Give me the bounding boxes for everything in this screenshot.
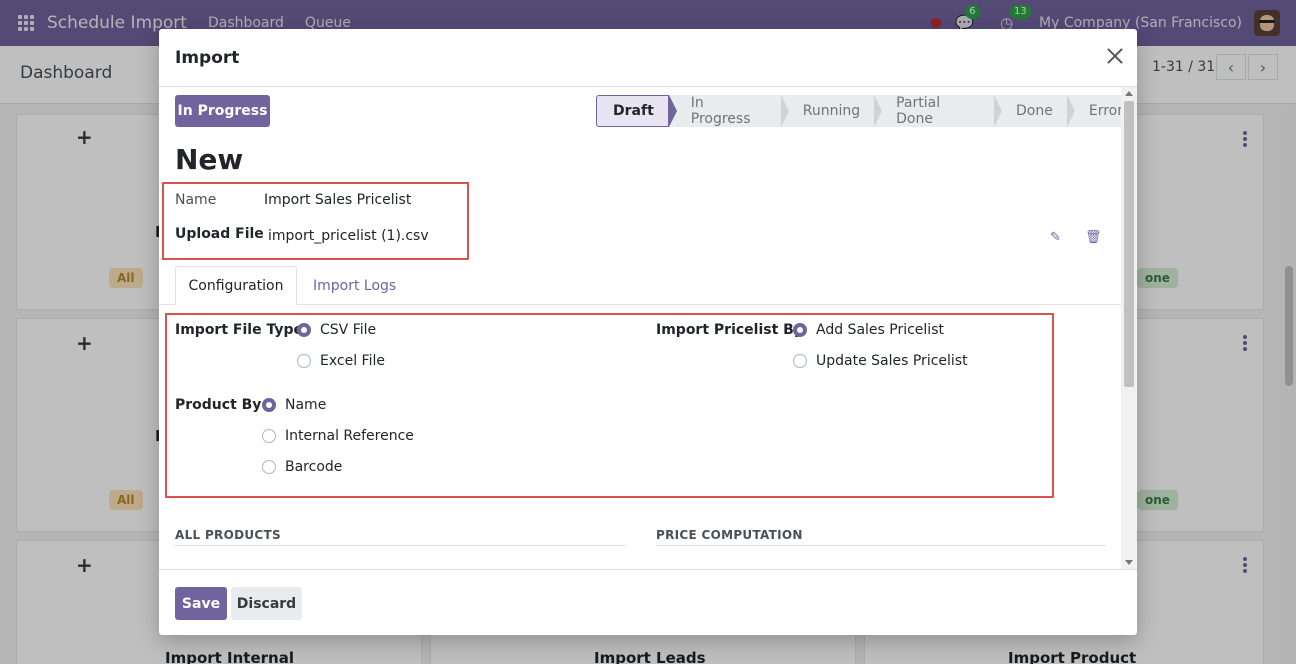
import-file-type-label: Import File Type (175, 322, 303, 338)
dialog-title: Import (175, 48, 240, 68)
stage-label: Running (802, 103, 861, 119)
radio-label: Add Sales Pricelist (816, 322, 944, 338)
radio-label: Barcode (285, 459, 343, 475)
radio-unchecked-icon[interactable] (262, 429, 276, 443)
stage-running[interactable]: Running (781, 95, 883, 127)
radio-update-sales-pricelist[interactable]: Update Sales Pricelist (793, 353, 968, 369)
discard-button[interactable]: Discard (231, 587, 302, 620)
tab-import-logs[interactable]: Import Logs (313, 266, 396, 305)
radio-internal-reference[interactable]: Internal Reference (262, 428, 414, 444)
dialog-footer: Save Discard (159, 569, 1137, 635)
name-label: Name (175, 192, 217, 208)
radio-name[interactable]: Name (262, 397, 326, 413)
radio-unchecked-icon[interactable] (793, 354, 807, 368)
radio-label: CSV File (320, 322, 377, 338)
notebook-tabs: Configuration Import Logs (159, 266, 1121, 305)
import-dialog: Import In Progress Draft In Progress Run… (159, 29, 1137, 635)
import-pricelist-by-label: Import Pricelist By (656, 322, 803, 338)
save-button[interactable]: Save (175, 587, 227, 620)
stage-partial-done[interactable]: Partial Done (874, 95, 1003, 127)
close-icon[interactable] (1105, 46, 1125, 66)
section-price-computation: PRICE COMPUTATION (656, 528, 803, 542)
radio-checked-icon[interactable] (262, 398, 276, 412)
stage-label: Error (1088, 103, 1123, 119)
radio-checked-icon[interactable] (793, 323, 807, 337)
dialog-scrollbar-thumb[interactable] (1124, 101, 1134, 387)
radio-barcode[interactable]: Barcode (262, 459, 342, 475)
radio-unchecked-icon[interactable] (262, 460, 276, 474)
upload-file-name[interactable]: import_pricelist (1).csv (268, 228, 429, 244)
radio-label: Excel File (320, 353, 385, 369)
edit-pencil-icon[interactable]: ✎ (1050, 230, 1064, 245)
section-divider (175, 545, 625, 546)
stage-in-progress[interactable]: In Progress (669, 95, 789, 127)
radio-label: Update Sales Pricelist (816, 353, 968, 369)
radio-label: Name (285, 397, 327, 413)
product-by-label: Product By (175, 397, 262, 413)
tab-configuration[interactable]: Configuration (175, 266, 297, 305)
status-bar: Draft In Progress Running Partial Done D… (596, 95, 1137, 127)
radio-unchecked-icon[interactable] (297, 354, 311, 368)
stage-label: Partial Done (896, 95, 941, 127)
upload-file-label: Upload File (175, 226, 264, 242)
radio-add-sales-pricelist[interactable]: Add Sales Pricelist (793, 322, 944, 338)
stage-label: In Progress (690, 95, 751, 127)
scroll-down-icon[interactable] (1125, 560, 1133, 565)
scroll-up-icon[interactable] (1125, 91, 1133, 96)
radio-csv-file[interactable]: CSV File (297, 322, 376, 338)
stage-label: Draft (613, 103, 654, 119)
dialog-body: In Progress Draft In Progress Running Pa… (159, 87, 1137, 569)
stage-done[interactable]: Done (994, 95, 1075, 127)
stage-label: Done (1016, 103, 1053, 119)
name-field[interactable]: Import Sales Pricelist (264, 192, 411, 208)
trash-icon[interactable]: 🗑 (1085, 230, 1102, 245)
section-divider (656, 545, 1106, 546)
in-progress-button[interactable]: In Progress (175, 95, 270, 127)
stage-draft[interactable]: Draft (596, 95, 677, 127)
section-all-products: ALL PRODUCTS (175, 528, 281, 542)
radio-checked-icon[interactable] (297, 323, 311, 337)
dialog-header: Import (159, 29, 1137, 87)
radio-excel-file[interactable]: Excel File (297, 353, 385, 369)
dialog-scrollbar[interactable] (1121, 87, 1137, 569)
radio-label: Internal Reference (285, 428, 414, 444)
record-title: New (175, 143, 244, 176)
